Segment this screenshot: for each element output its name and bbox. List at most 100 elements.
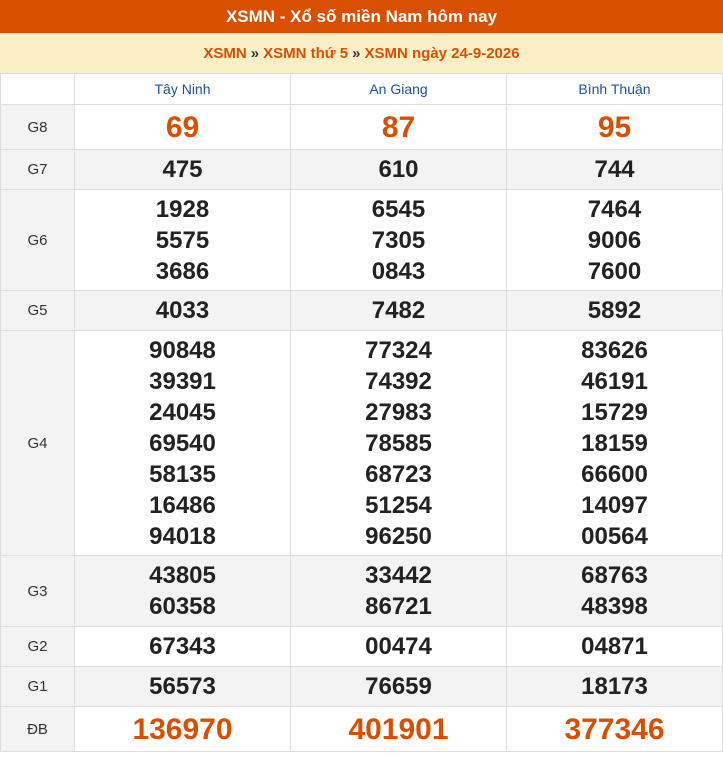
prize-cell: 7464 9006 7600 [506,189,723,291]
prize-number: 87 [381,110,416,144]
prize-number: 69 [165,110,200,144]
prize-number: 0843 [371,257,426,285]
prize-row: G8 69 87 95 [0,104,723,150]
prize-cell: 43805 60358 [74,555,291,627]
prize-cell: 610 [290,149,507,190]
prize-number: 7482 [371,297,426,324]
prize-cell: 68763 48398 [506,555,723,627]
prize-number: 401901 [348,712,449,746]
prize-number: 67343 [149,633,216,660]
prize-cell: 744 [506,149,723,190]
prize-number: 18173 [581,673,648,700]
prize-number: 43805 [149,562,216,589]
prize-number: 56573 [149,673,216,700]
prize-number: 46191 [581,367,648,395]
prize-number: 5892 [587,297,642,324]
prize-number: 24045 [149,398,216,426]
prize-label: G8 [0,104,75,150]
prize-number: 5575 [155,226,210,254]
prize-row: G3 43805 60358 33442 86721 68763 48398 [0,555,723,627]
prize-cell: 04871 [506,626,723,667]
prize-number: 83626 [581,336,648,364]
prize-number: 377346 [564,712,665,746]
prize-cell: 1928 5575 3686 [74,189,291,291]
prize-row: G1 56573 76659 18173 [0,666,723,707]
prize-row: G6 1928 5575 3686 6545 7305 0843 7464 9006 7600 [0,189,723,291]
prize-number: 94018 [149,522,216,550]
prize-number: 00474 [365,633,432,660]
prize-number: 744 [594,156,635,183]
prize-cell: 77324 74392 27983 78585 68723 51254 96250 [290,330,507,556]
prize-cell: 6545 7305 0843 [290,189,507,291]
prize-number: 1928 [155,195,210,223]
prize-cell: 90848 39391 24045 69540 58135 16486 94018 [74,330,291,556]
prize-number: 9006 [587,226,642,254]
prize-label: G3 [0,555,75,627]
breadcrumb-link-thursday[interactable]: XSMN thứ 5 [263,45,348,62]
prize-number: 68723 [365,460,432,488]
prize-cell: 7482 [290,290,507,331]
prize-cell: 83626 46191 15729 18159 66600 14097 00564 [506,330,723,556]
prize-cell: 4033 [74,290,291,331]
prize-number: 475 [162,156,203,183]
prize-label: G5 [0,290,75,331]
prize-number: 7464 [587,195,642,223]
prize-label: G2 [0,626,75,667]
prize-number: 48398 [581,593,648,620]
prize-row: G2 67343 00474 04871 [0,626,723,667]
prize-row: ĐB 136970 401901 377346 [0,706,723,752]
province-header-an-giang[interactable]: An Giang [290,73,507,105]
prize-cell: 87 [290,104,507,150]
results-table: Tây Ninh An Giang Bình Thuận G8 69 87 95 G7 4… [0,73,723,752]
prize-cell: 18173 [506,666,723,707]
breadcrumb-link-xsmn[interactable]: XSMN [203,45,246,62]
prize-number: 69540 [149,429,216,457]
prize-number: 18159 [581,429,648,457]
prize-label: ĐB [0,706,75,752]
page-title: XSMN - Xổ số miền Nam hôm nay [0,0,723,33]
prize-cell: 377346 [506,706,723,752]
breadcrumb-separator: » [352,44,361,62]
prize-table-body: G8 69 87 95 G7 475 610 744 G6 1928 5575 3686 6545 730… [0,104,723,752]
prize-number: 7305 [371,226,426,254]
province-header-tay-ninh[interactable]: Tây Ninh [74,73,291,105]
prize-number: 33442 [365,562,432,589]
prize-label: G4 [0,330,75,556]
breadcrumb-separator: » [250,44,260,62]
prize-cell: 69 [74,104,291,150]
prize-number: 14097 [581,491,648,519]
prize-number: 7600 [587,257,642,285]
prize-cell: 136970 [74,706,291,752]
breadcrumb: XSMN » XSMN thứ 5 » XSMN ngày 24-9-2026 [0,33,723,73]
prize-number: 136970 [132,712,233,746]
prize-number: 04871 [581,633,648,660]
prize-number: 51254 [365,491,432,519]
results-widget: XSMN - Xổ số miền Nam hôm nay XSMN » XSM… [0,0,723,752]
prize-number: 96250 [365,522,432,550]
prize-number: 4033 [155,297,210,324]
prize-number: 66600 [581,460,648,488]
prize-label: G6 [0,189,75,291]
prize-row: G5 4033 7482 5892 [0,290,723,331]
prize-number: 68763 [581,562,648,589]
province-header-binh-thuan[interactable]: Bình Thuận [506,73,723,105]
breadcrumb-link-date[interactable]: XSMN ngày 24-9-2026 [365,45,520,62]
prize-cell: 00474 [290,626,507,667]
province-header-row: Tây Ninh An Giang Bình Thuận [0,73,723,105]
prize-cell: 401901 [290,706,507,752]
prize-cell: 95 [506,104,723,150]
prize-number: 60358 [149,593,216,620]
prize-number: 58135 [149,460,216,488]
prize-cell: 67343 [74,626,291,667]
prize-number: 27983 [365,398,432,426]
prize-number: 95 [597,110,632,144]
prize-number: 610 [378,156,419,183]
prize-number: 3686 [155,257,210,285]
prize-cell: 56573 [74,666,291,707]
prize-row: G4 90848 39391 24045 69540 58135 16486 94018 773… [0,330,723,556]
prize-cell: 5892 [506,290,723,331]
prize-label: G1 [0,666,75,707]
header-corner-cell [0,73,75,105]
prize-number: 16486 [149,491,216,519]
prize-cell: 76659 [290,666,507,707]
